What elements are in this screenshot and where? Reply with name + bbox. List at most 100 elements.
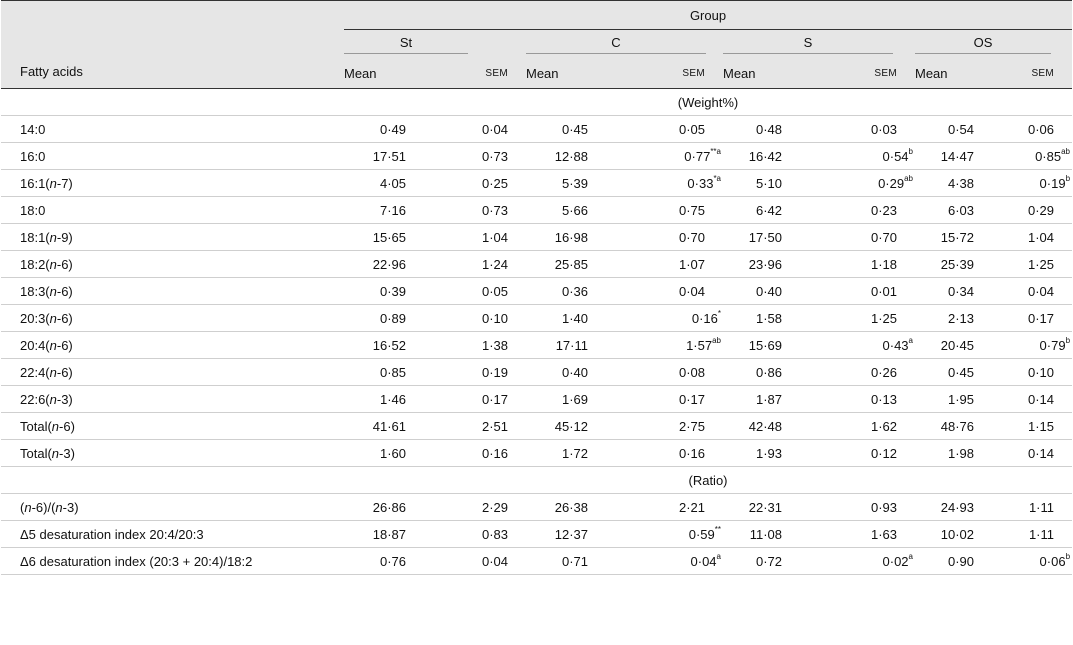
mean-value: 0·34 [915, 277, 1002, 305]
table-row: 22:4(n-6) 0·85 0·19 0·40 0·08 0·86 0·26 0·45 0·1… [1, 358, 1073, 386]
mean-value: 16·98 [526, 223, 616, 251]
sem-value: 0·05 [434, 277, 526, 305]
sem-value: 0·85ab [1002, 142, 1073, 170]
mean-value: 0·85 [344, 358, 434, 386]
mean-value: 5·66 [526, 196, 616, 224]
table-row: (n-6)/(n-3) 26·86 2·29 26·38 2·21 22·31 0·93 24… [1, 493, 1073, 521]
table-row: Δ6 desaturation index (20:3 + 20:4)/18:2… [1, 547, 1073, 575]
fatty-acid-name: 18:2(n-6) [1, 250, 344, 278]
mean-value: 1·60 [344, 439, 434, 467]
sem-value: 0·14 [1002, 385, 1073, 413]
sem-value: 1·11 [1002, 520, 1073, 548]
sem-value: 0·70 [616, 223, 723, 251]
fatty-acids-table: Group St C S OS Fatty acids Mean SEM Mea… [1, 0, 1073, 575]
sem-value: 0·04 [616, 277, 723, 305]
mean-value: 17·11 [526, 331, 616, 359]
mean-value: 1·72 [526, 439, 616, 467]
group-st-label: St [344, 35, 468, 54]
mean-value: 5·10 [723, 169, 810, 197]
mean-value: 0·45 [526, 115, 616, 143]
table-row: 16:1(n-7) 4·05 0·25 5·39 0·33*a 5·10 0·29ab 4·3… [1, 169, 1073, 197]
mean-value: 0·54 [915, 115, 1002, 143]
os-sem-heading: SEM [1002, 59, 1073, 89]
sem-value: 0·10 [434, 304, 526, 332]
c-mean-heading: Mean [526, 59, 616, 89]
sem-value: 1·63 [810, 520, 915, 548]
mean-value: 25·85 [526, 250, 616, 278]
s-sem-heading: SEM [810, 59, 915, 89]
sem-value: 0·08 [616, 358, 723, 386]
mean-value: 0·39 [344, 277, 434, 305]
mean-value: 16·42 [723, 142, 810, 170]
mean-value: 0·89 [344, 304, 434, 332]
table-row: 18:2(n-6) 22·96 1·24 25·85 1·07 23·96 1·18 25·3… [1, 250, 1073, 278]
mean-value: 0·48 [723, 115, 810, 143]
sem-value: 1·25 [1002, 250, 1073, 278]
table-header: Group St C S OS Fatty acids Mean SEM Mea… [1, 0, 1073, 89]
mean-value: 4·05 [344, 169, 434, 197]
sem-value: 0·83 [434, 520, 526, 548]
mean-value: 25·39 [915, 250, 1002, 278]
sem-value: 0·43a [810, 331, 915, 359]
mean-value: 10·02 [915, 520, 1002, 548]
table-row: 16:0 17·51 0·73 12·88 0·77**a 16·42 0·54b 14·47… [1, 142, 1073, 170]
s-mean-heading: Mean [723, 59, 810, 89]
fatty-acid-name: Total(n-3) [1, 439, 344, 467]
significance-marker: * [717, 309, 721, 319]
sem-value: 0·04 [434, 547, 526, 575]
sem-value: 0·75 [616, 196, 723, 224]
sem-value: 0·13 [810, 385, 915, 413]
mean-value: 24·93 [915, 493, 1002, 521]
section-row: (Ratio) [1, 466, 1073, 494]
table-body: (Weight%) 14:0 0·49 0·04 0·45 0·05 0·48 0·03 0·5… [1, 88, 1073, 575]
sem-value: 1·38 [434, 331, 526, 359]
sem-value: 0·77**a [616, 142, 723, 170]
significance-marker: b [1065, 552, 1071, 562]
mean-value: 0·72 [723, 547, 810, 575]
mean-value: 26·86 [344, 493, 434, 521]
sem-value: 0·19b [1002, 169, 1073, 197]
significance-marker: b [1065, 336, 1071, 346]
fatty-acid-name: 16:0 [1, 142, 344, 170]
sem-value: 0·26 [810, 358, 915, 386]
table-row: 18:0 7·16 0·73 5·66 0·75 6·42 0·23 6·03 0·29 [1, 196, 1073, 224]
mean-value: 1·87 [723, 385, 810, 413]
mean-value: 42·48 [723, 412, 810, 440]
mean-value: 1·95 [915, 385, 1002, 413]
st-mean-heading: Mean [344, 59, 434, 89]
mean-value: 17·51 [344, 142, 434, 170]
mean-value: 22·31 [723, 493, 810, 521]
fatty-acid-name: 18:0 [1, 196, 344, 224]
sem-value: 1·11 [1002, 493, 1073, 521]
significance-marker: ** [714, 525, 721, 535]
fatty-acid-name: 14:0 [1, 115, 344, 143]
mean-value: 6·42 [723, 196, 810, 224]
sem-value: 1·15 [1002, 412, 1073, 440]
sem-value: 0·14 [1002, 439, 1073, 467]
table-row: Total(n-6) 41·61 2·51 45·12 2·75 42·48 1·62 48·… [1, 412, 1073, 440]
sem-value: 0·17 [434, 385, 526, 413]
mean-value: 12·37 [526, 520, 616, 548]
section-label: (Weight%) [344, 88, 1073, 116]
sem-value: 1·04 [434, 223, 526, 251]
mean-value: 26·38 [526, 493, 616, 521]
mean-value: 45·12 [526, 412, 616, 440]
fatty-acid-name: 18:1(n-9) [1, 223, 344, 251]
table-row: 20:4(n-6) 16·52 1·38 17·11 1·57ab 15·69 0·43a 2… [1, 331, 1073, 359]
sem-value: 1·04 [1002, 223, 1073, 251]
sem-value: 0·04a [616, 547, 723, 575]
sem-value: 2·21 [616, 493, 723, 521]
sem-value: 1·24 [434, 250, 526, 278]
sem-value: 0·73 [434, 196, 526, 224]
sem-value: 0·59** [616, 520, 723, 548]
sem-value: 0·93 [810, 493, 915, 521]
mean-value: 12·88 [526, 142, 616, 170]
sem-value: 2·51 [434, 412, 526, 440]
fatty-acid-name: 22:4(n-6) [1, 358, 344, 386]
mean-value: 0·49 [344, 115, 434, 143]
section-label: (Ratio) [344, 466, 1073, 494]
mean-value: 1·93 [723, 439, 810, 467]
table-row: 22:6(n-3) 1·46 0·17 1·69 0·17 1·87 0·13 1·95 0·1… [1, 385, 1073, 413]
sem-value: 1·25 [810, 304, 915, 332]
sem-value: 0·79b [1002, 331, 1073, 359]
